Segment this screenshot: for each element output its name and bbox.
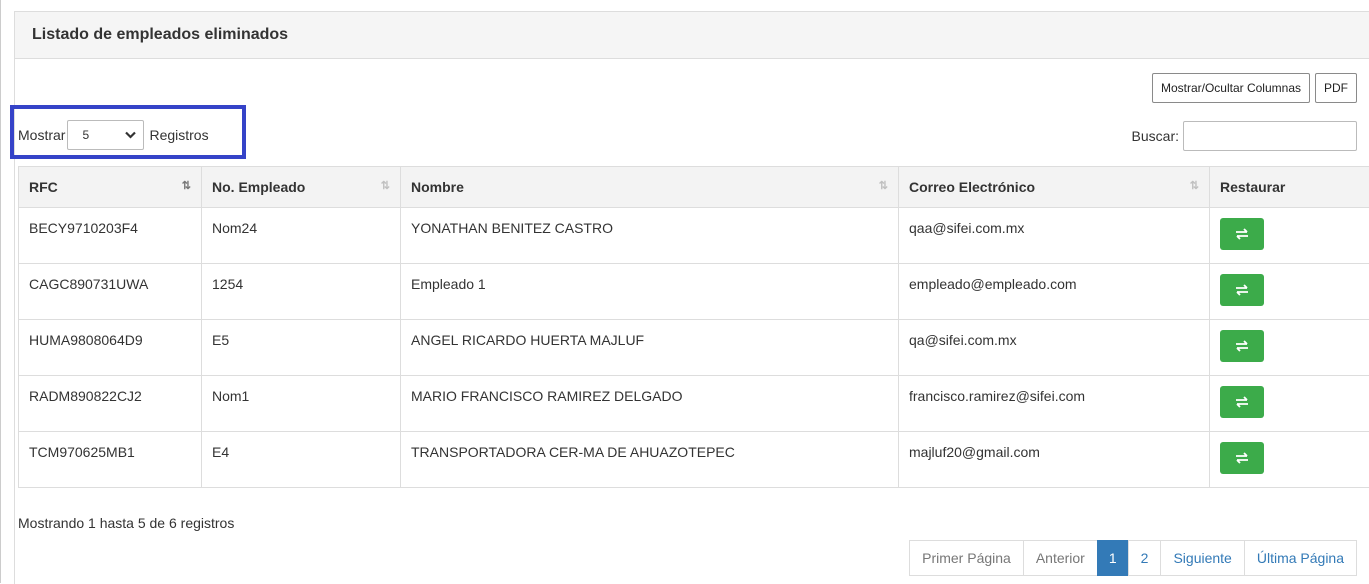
sort-icon: ⇅ [1190, 179, 1199, 192]
panel-heading: Listado de empleados eliminados [15, 12, 1369, 59]
cell-restaurar [1210, 208, 1369, 264]
cell-rfc: CAGC890731UWA [19, 264, 202, 320]
search-input[interactable] [1183, 121, 1357, 151]
pagination: Primer Página Anterior 1 2 Siguiente Últ… [910, 540, 1357, 576]
swap-arrows-icon [1235, 284, 1249, 296]
swap-arrows-icon [1235, 228, 1249, 240]
toggle-columns-button[interactable]: Mostrar/Ocultar Columnas [1152, 73, 1310, 103]
cell-nombre: Empleado 1 [401, 264, 899, 320]
search-control: Buscar: [1132, 121, 1357, 151]
pagination-first[interactable]: Primer Página [909, 540, 1024, 576]
column-header-nombre[interactable]: Nombre⇅ [401, 167, 899, 208]
pagination-page-1[interactable]: 1 [1097, 540, 1129, 576]
cell-rfc: BECY9710203F4 [19, 208, 202, 264]
pagination-prev[interactable]: Anterior [1023, 540, 1098, 576]
table-info: Mostrando 1 hasta 5 de 6 registros [18, 515, 234, 531]
restore-button[interactable] [1220, 218, 1264, 250]
deleted-employees-table: RFC⇅ No. Empleado⇅ Nombre⇅ Correo Electr… [18, 166, 1369, 488]
column-header-restaurar: Restaurar [1210, 167, 1369, 208]
column-header-correo[interactable]: Correo Electrónico⇅ [899, 167, 1210, 208]
table-row: CAGC890731UWA 1254 Empleado 1 empleado@e… [19, 264, 1369, 320]
cell-num: E4 [202, 432, 401, 488]
restore-button[interactable] [1220, 330, 1264, 362]
pdf-button[interactable]: PDF [1315, 73, 1357, 103]
cell-rfc: TCM970625MB1 [19, 432, 202, 488]
cell-restaurar [1210, 376, 1369, 432]
cell-nombre: TRANSPORTADORA CER-MA DE AHUAZOTEPEC [401, 432, 899, 488]
pagination-next[interactable]: Siguiente [1160, 540, 1244, 576]
left-border [0, 0, 1, 583]
table-row: TCM970625MB1 E4 TRANSPORTADORA CER-MA DE… [19, 432, 1369, 488]
restore-button[interactable] [1220, 274, 1264, 306]
column-header-rfc[interactable]: RFC⇅ [19, 167, 202, 208]
length-highlight-box [10, 105, 246, 159]
swap-arrows-icon [1235, 340, 1249, 352]
table-row: HUMA9808064D9 E5 ANGEL RICARDO HUERTA MA… [19, 320, 1369, 376]
cell-rfc: RADM890822CJ2 [19, 376, 202, 432]
cell-nombre: YONATHAN BENITEZ CASTRO [401, 208, 899, 264]
cell-rfc: HUMA9808064D9 [19, 320, 202, 376]
cell-correo: empleado@empleado.com [899, 264, 1210, 320]
pagination-last[interactable]: Última Página [1244, 540, 1357, 576]
search-label: Buscar: [1132, 128, 1179, 144]
cell-nombre: ANGEL RICARDO HUERTA MAJLUF [401, 320, 899, 376]
restore-button[interactable] [1220, 386, 1264, 418]
cell-restaurar [1210, 264, 1369, 320]
swap-arrows-icon [1235, 452, 1249, 464]
cell-num: E5 [202, 320, 401, 376]
cell-num: Nom24 [202, 208, 401, 264]
cell-correo: francisco.ramirez@sifei.com [899, 376, 1210, 432]
sort-asc-icon: ⇅ [182, 179, 191, 192]
restore-button[interactable] [1220, 442, 1264, 474]
pagination-page-2[interactable]: 2 [1128, 540, 1162, 576]
column-header-num-empleado[interactable]: No. Empleado⇅ [202, 167, 401, 208]
cell-correo: qa@sifei.com.mx [899, 320, 1210, 376]
cell-num: 1254 [202, 264, 401, 320]
sort-icon: ⇅ [381, 179, 390, 192]
cell-correo: majluf20@gmail.com [899, 432, 1210, 488]
table-row: BECY9710203F4 Nom24 YONATHAN BENITEZ CAS… [19, 208, 1369, 264]
swap-arrows-icon [1235, 396, 1249, 408]
sort-icon: ⇅ [879, 179, 888, 192]
cell-nombre: MARIO FRANCISCO RAMIREZ DELGADO [401, 376, 899, 432]
toolbar: Mostrar/Ocultar Columnas PDF [1152, 73, 1357, 103]
cell-num: Nom1 [202, 376, 401, 432]
table-row: RADM890822CJ2 Nom1 MARIO FRANCISCO RAMIR… [19, 376, 1369, 432]
panel-title: Listado de empleados eliminados [32, 26, 288, 44]
cell-restaurar [1210, 432, 1369, 488]
cell-correo: qaa@sifei.com.mx [899, 208, 1210, 264]
table-header-row: RFC⇅ No. Empleado⇅ Nombre⇅ Correo Electr… [19, 167, 1369, 208]
cell-restaurar [1210, 320, 1369, 376]
